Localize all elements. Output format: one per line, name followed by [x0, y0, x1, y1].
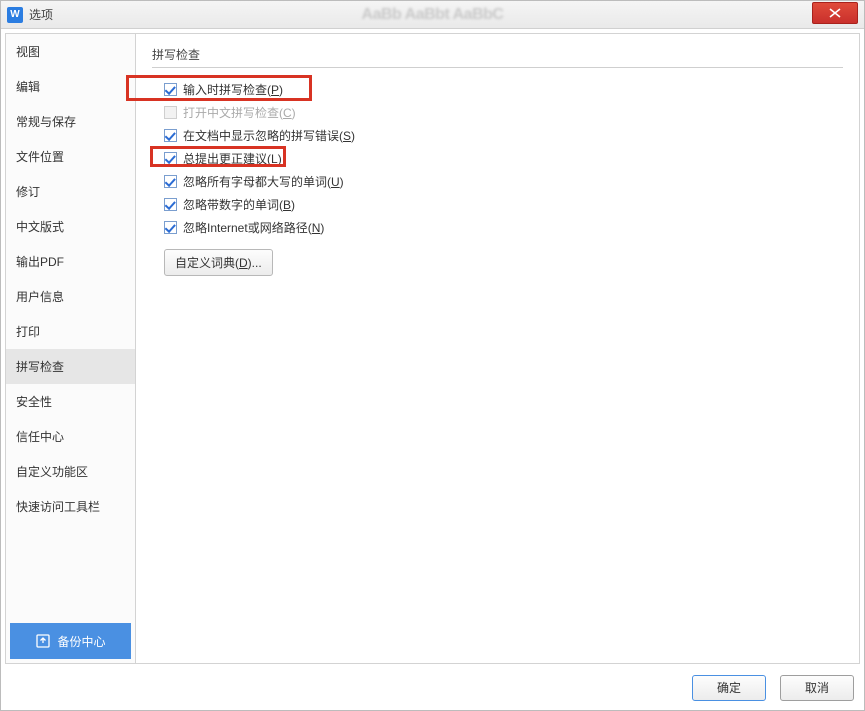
option-row-6: 忽略Internet或网络路径(N): [164, 216, 843, 239]
sidebar-item-9[interactable]: 拼写检查: [6, 349, 135, 384]
option-row-2: 在文档中显示忽略的拼写错误(S): [164, 124, 843, 147]
option-label-4: 忽略所有字母都大写的单词(U): [183, 173, 344, 190]
sidebar-item-8[interactable]: 打印: [6, 314, 135, 349]
close-icon: [829, 8, 841, 18]
custom-dict-text-post: )...: [248, 256, 262, 270]
option-row-3: 总提出更正建议(L): [164, 147, 843, 170]
option-checkbox-1: [164, 106, 177, 119]
custom-dict-accel: D: [239, 256, 248, 270]
sidebar-item-4[interactable]: 修订: [6, 174, 135, 209]
sidebar-item-2[interactable]: 常规与保存: [6, 104, 135, 139]
option-checkbox-4[interactable]: [164, 175, 177, 188]
cancel-button[interactable]: 取消: [780, 675, 854, 701]
option-checkbox-5[interactable]: [164, 198, 177, 211]
option-label-2: 在文档中显示忽略的拼写错误(S): [183, 127, 355, 144]
sidebar-item-11[interactable]: 信任中心: [6, 419, 135, 454]
sidebar-item-6[interactable]: 输出PDF: [6, 244, 135, 279]
option-row-0: 输入时拼写检查(P): [164, 78, 843, 101]
sidebar-item-0[interactable]: 视图: [6, 34, 135, 69]
option-label-6: 忽略Internet或网络路径(N): [183, 219, 324, 236]
option-row-5: 忽略带数字的单词(B): [164, 193, 843, 216]
option-checkbox-6[interactable]: [164, 221, 177, 234]
sidebar-item-3[interactable]: 文件位置: [6, 139, 135, 174]
content-panel: 拼写检查 输入时拼写检查(P) 打开中文拼写检查(C) 在文档中显示忽略的拼写错误(…: [136, 33, 860, 664]
close-button[interactable]: [812, 2, 858, 24]
app-icon: W: [7, 7, 23, 23]
dialog-title: 选项: [29, 6, 53, 23]
option-label-1: 打开中文拼写检查(C): [183, 104, 296, 121]
sidebar-item-12[interactable]: 自定义功能区: [6, 454, 135, 489]
sidebar-item-7[interactable]: 用户信息: [6, 279, 135, 314]
section-header: 拼写检查: [152, 46, 843, 68]
option-label-5: 忽略带数字的单词(B): [183, 196, 295, 213]
sidebar: 视图编辑常规与保存文件位置修订中文版式输出PDF用户信息打印拼写检查安全性信任中…: [5, 33, 136, 664]
footer: 确定 取消: [1, 664, 864, 710]
option-row-4: 忽略所有字母都大写的单词(U): [164, 170, 843, 193]
option-label-3: 总提出更正建议(L): [183, 150, 282, 167]
option-label-0: 输入时拼写检查(P): [183, 81, 283, 98]
custom-dictionary-button[interactable]: 自定义词典(D)...: [164, 249, 273, 276]
sidebar-item-13[interactable]: 快速访问工具栏: [6, 489, 135, 524]
options-dialog: W 选项 AaBb AaBbt AaBbC 视图编辑常规与保存文件位置修订中文版…: [0, 0, 865, 711]
option-checkbox-0[interactable]: [164, 83, 177, 96]
backup-icon: [35, 633, 51, 649]
ok-button[interactable]: 确定: [692, 675, 766, 701]
titlebar: W 选项 AaBb AaBbt AaBbC: [1, 1, 864, 29]
option-checkbox-3[interactable]: [164, 152, 177, 165]
custom-dict-text-pre: 自定义词典(: [175, 254, 239, 271]
sidebar-item-1[interactable]: 编辑: [6, 69, 135, 104]
backup-center-label: 备份中心: [57, 633, 105, 650]
sidebar-item-10[interactable]: 安全性: [6, 384, 135, 419]
background-text: AaBb AaBbt AaBbC: [362, 6, 504, 24]
option-checkbox-2[interactable]: [164, 129, 177, 142]
backup-center-button[interactable]: 备份中心: [10, 623, 131, 659]
sidebar-item-5[interactable]: 中文版式: [6, 209, 135, 244]
option-row-1: 打开中文拼写检查(C): [164, 101, 843, 124]
